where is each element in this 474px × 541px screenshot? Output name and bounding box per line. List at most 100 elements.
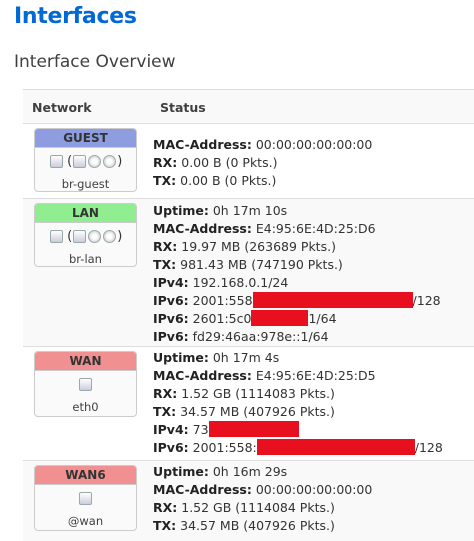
status-line: Uptime: 0h 17m 10s [153,202,441,220]
ethernet-port-icon [73,155,87,168]
interface-status: MAC-Address: 00:00:00:00:00:00 RX: 0.00 … [153,136,372,190]
interface-name: WAN6 [35,466,136,485]
status-value: fd29:46aa:978e::1/64 [192,329,329,344]
status-value: 0h 16m 29s [212,464,288,479]
wifi-icon [88,230,102,243]
column-header-status: Status [160,100,206,115]
status-label: IPv6: [153,311,189,326]
redaction-bar [252,292,413,308]
status-value: 0h 17m 10s [212,203,288,218]
status-value: 0.00 B (0 Pkts.) [181,155,278,170]
status-label: IPv4: [153,422,189,437]
status-label: TX: [153,173,177,188]
status-value: 0h 17m 4s [212,350,280,365]
interface-badge-lan[interactable]: LAN () br-lan [34,203,137,267]
status-label: MAC-Address: [153,137,252,152]
status-line: TX: 34.57 MB (407926 Pkts.) [153,517,372,535]
interface-status: Uptime: 0h 16m 29s MAC-Address: 00:00:00… [153,463,372,535]
status-label: RX: [153,500,178,515]
status-line: IPv6: fd29:46aa:978e::1/64 [153,328,441,346]
wifi-icon [103,155,117,168]
status-value: 1.52 GB (1114083 Pkts.) [181,386,335,401]
status-value: 73 [192,422,209,437]
status-line: Uptime: 0h 17m 4s [153,349,443,367]
page-title: Interfaces [14,4,137,29]
status-value-suffix: /128 [414,440,443,455]
status-value: 2001:558 [192,293,253,308]
status-line: IPv6: 2001:558: /128 [153,439,443,457]
interface-name: GUEST [35,129,136,148]
status-label: Uptime: [153,203,209,218]
status-line: MAC-Address: 00:00:00:00:00:00 [153,481,372,499]
status-line: RX: 1.52 GB (1114084 Pkts.) [153,499,372,517]
status-value: 00:00:00:00:00:00 [255,137,373,152]
bridge-icon [49,155,63,168]
status-value: E4:95:6E:4D:25:D5 [255,368,376,383]
column-header-network: Network [32,100,92,115]
status-line: Uptime: 0h 16m 29s [153,463,372,481]
status-line: RX: 0.00 B (0 Pkts.) [153,154,372,172]
status-value: E4:95:6E:4D:25:D6 [255,221,376,236]
bridge-device-icons: () [35,229,136,249]
interface-device: br-guest [61,177,110,191]
status-value: 2601:5c0 [192,311,252,326]
table-header: Network Status [23,90,474,124]
interface-name: WAN [35,352,136,371]
status-value: 2001:558: [192,440,257,455]
status-value: 981.43 MB (747190 Pkts.) [180,257,343,272]
status-line: RX: 1.52 GB (1114083 Pkts.) [153,385,443,403]
ethernet-port-icon [79,491,92,505]
interface-badge-wan[interactable]: WAN eth0 [34,351,137,417]
status-label: MAC-Address: [153,368,252,383]
status-label: Uptime: [153,350,209,365]
status-line: TX: 981.43 MB (747190 Pkts.) [153,256,441,274]
interface-row-wan: WAN eth0 Uptime: 0h 17m 4s MAC-Address: … [23,347,474,461]
wifi-icon [88,155,102,168]
status-value: 00:00:00:00:00:00 [255,482,373,497]
status-line: TX: 0.00 B (0 Pkts.) [153,172,372,190]
status-label: TX: [153,404,177,419]
wifi-icon [103,230,117,243]
section-title: Interface Overview [14,52,176,72]
status-line: TX: 34.57 MB (407926 Pkts.) [153,403,443,421]
interface-badge-guest[interactable]: GUEST () br-guest [34,128,137,192]
status-label: IPv6: [153,329,189,344]
status-label: Uptime: [153,464,209,479]
status-label: TX: [153,257,177,272]
status-label: IPv6: [153,440,189,455]
interface-row-guest: GUEST () br-guest MAC-Address: 00:00:00:… [23,124,474,199]
status-line: IPv6: 2001:558/128 [153,292,441,310]
redaction-bar [256,439,415,455]
status-label: RX: [153,155,178,170]
status-line: IPv6: 2601:5c0 1/64 [153,310,441,328]
status-line: MAC-Address: E4:95:6E:4D:25:D6 [153,220,441,238]
status-value: 19.97 MB (263689 Pkts.) [181,239,336,254]
interface-device: @wan [67,514,104,528]
interface-device: br-lan [69,252,102,266]
redaction-bar [251,310,309,326]
device-icons [35,377,136,397]
status-value: 1.52 GB (1114084 Pkts.) [181,500,335,515]
interface-device: eth0 [72,400,99,414]
status-line: RX: 19.97 MB (263689 Pkts.) [153,238,441,256]
interface-row-lan: LAN () br-lan Uptime: 0h 17m 10s MAC-Add… [23,199,474,347]
status-line: IPv4: 73 [153,421,443,439]
status-value: 192.168.0.1/24 [192,275,289,290]
status-label: IPv4: [153,275,189,290]
ethernet-port-icon [79,377,92,391]
interface-name: LAN [35,204,136,223]
status-label: IPv6: [153,293,189,308]
status-value: 0.00 B (0 Pkts.) [180,173,277,188]
device-icons [35,491,136,511]
status-value: 34.57 MB (407926 Pkts.) [180,518,335,533]
interface-table: Network Status GUEST () br-guest MAC-Add… [23,89,474,541]
status-label: TX: [153,518,177,533]
status-label: MAC-Address: [153,221,252,236]
interface-badge-wan6[interactable]: WAN6 @wan [34,465,137,531]
interface-status: Uptime: 0h 17m 10s MAC-Address: E4:95:6E… [153,202,441,346]
redaction-bar [208,421,299,437]
status-label: RX: [153,239,178,254]
status-label: RX: [153,386,178,401]
ethernet-port-icon [73,230,87,243]
status-line: IPv4: 192.168.0.1/24 [153,274,441,292]
